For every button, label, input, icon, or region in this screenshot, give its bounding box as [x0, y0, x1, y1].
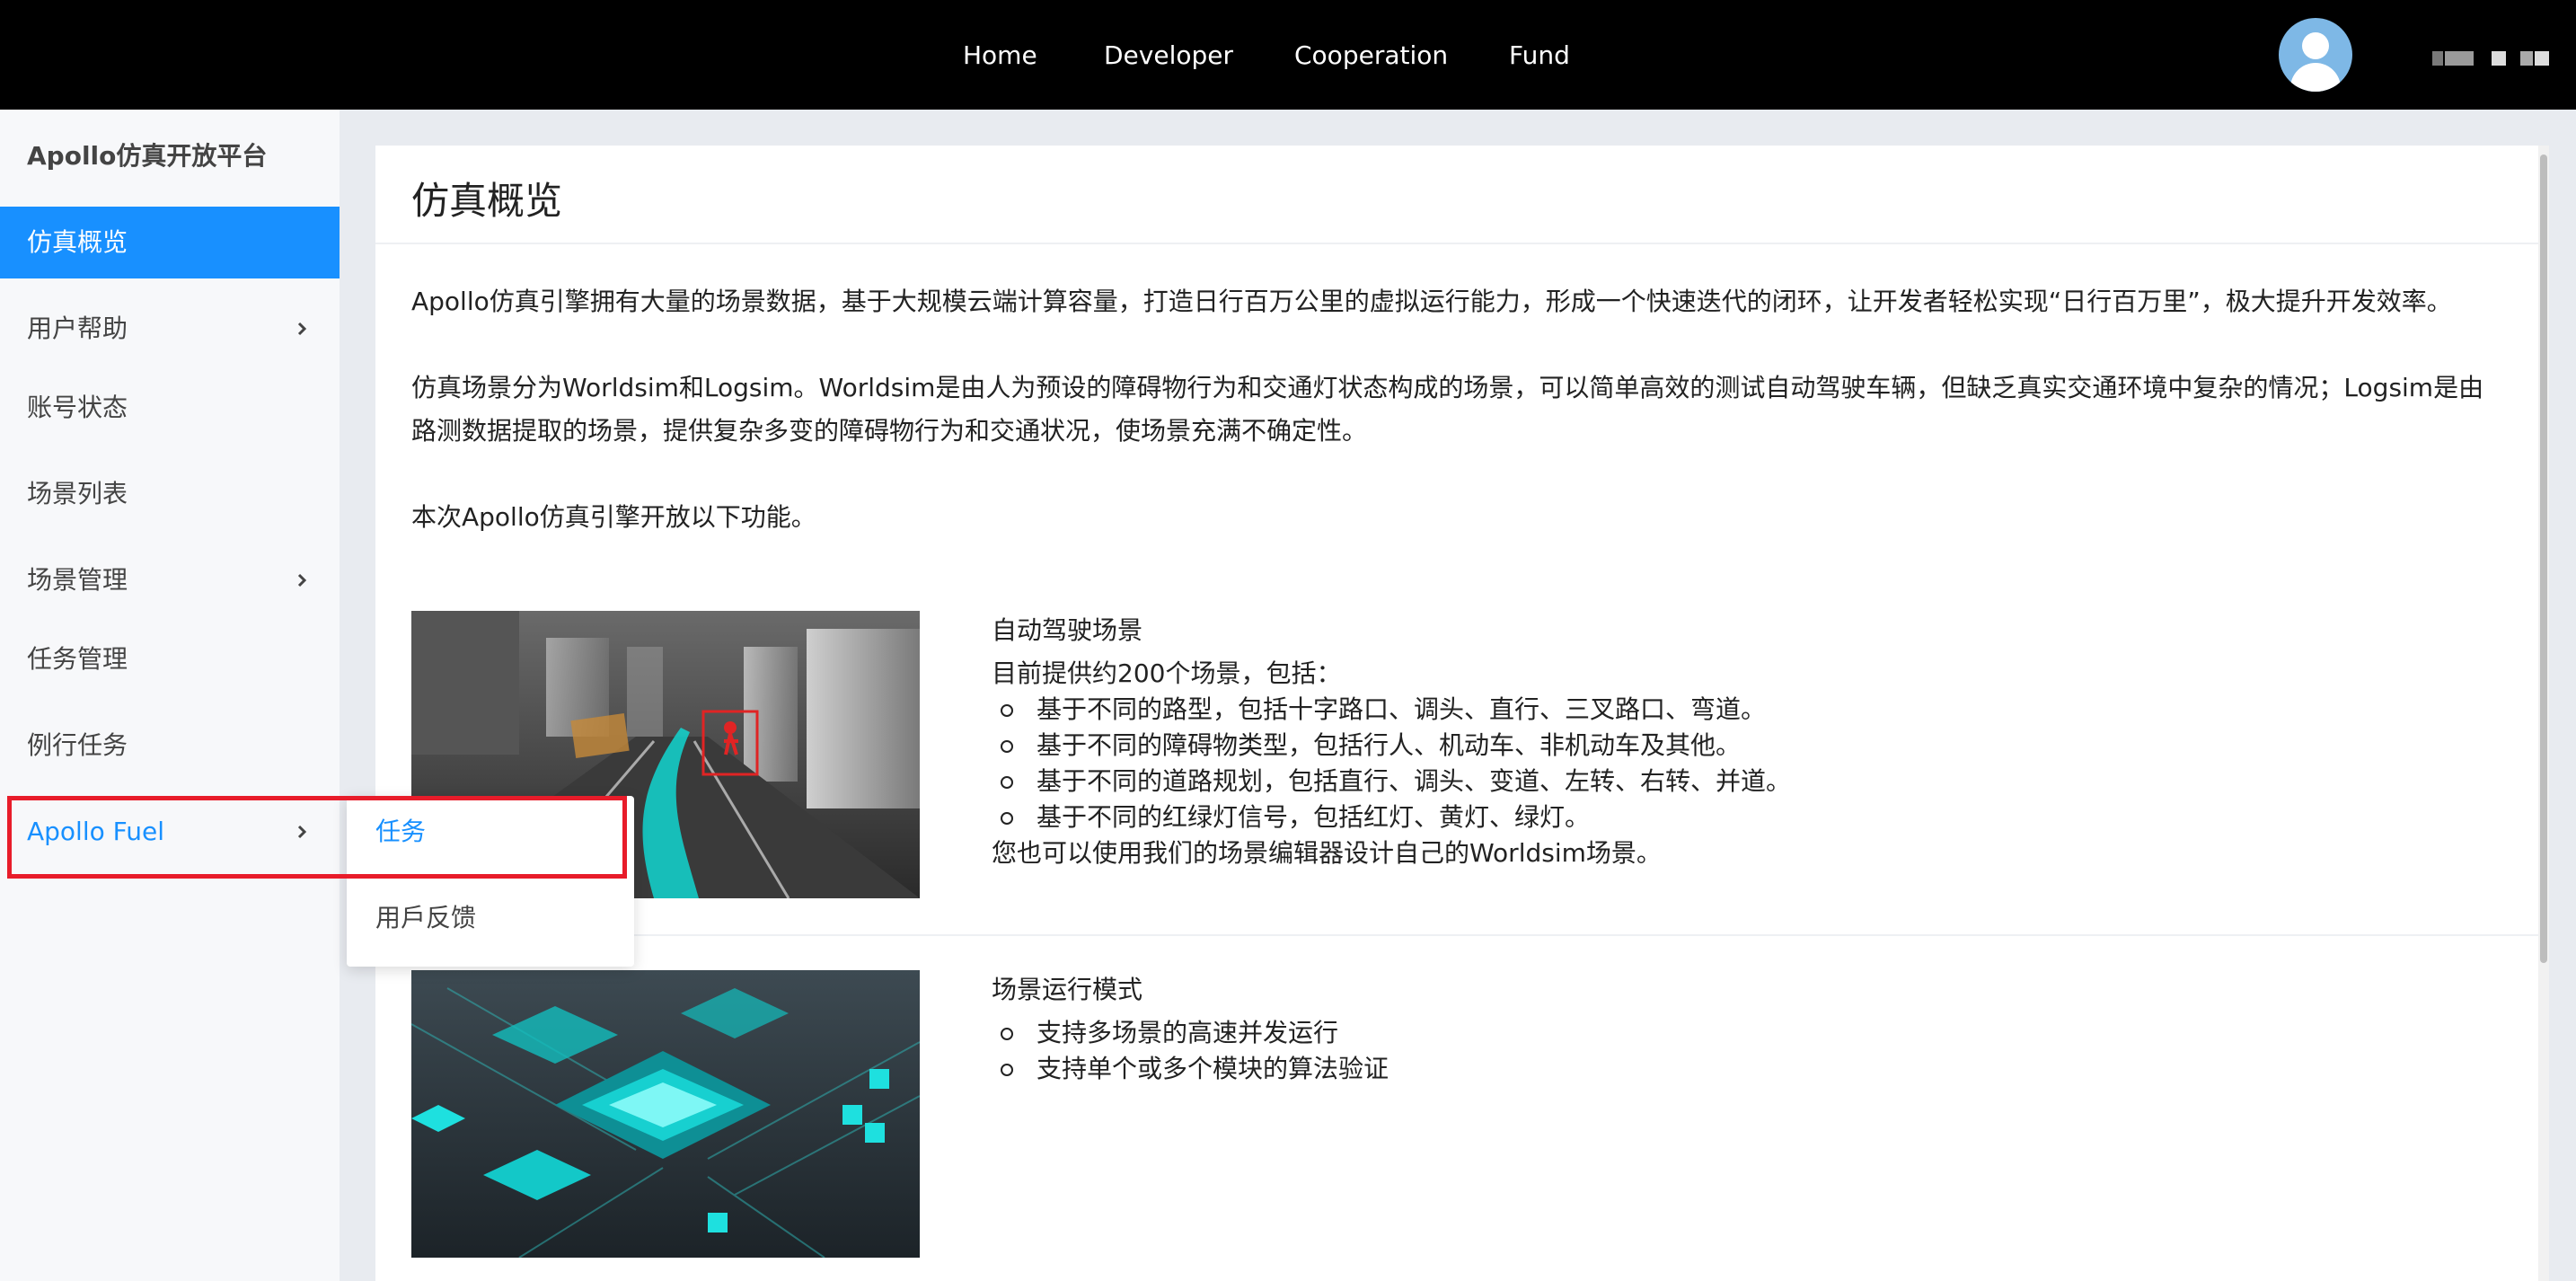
avatar[interactable]: [2279, 18, 2352, 92]
chevron-right-icon: [297, 322, 307, 336]
features-intro-paragraph: 本次Apollo仿真引擎开放以下功能。: [411, 502, 816, 532]
feature-title: 场景运行模式: [992, 975, 1143, 1004]
sidebar-item-routine-task[interactable]: 例行任务: [0, 710, 340, 782]
nav-home[interactable]: Home: [963, 38, 1037, 74]
scrollbar-thumb[interactable]: [2540, 155, 2547, 963]
username-redacted[interactable]: [2432, 51, 2549, 67]
bullet-item: 支持多场景的高速并发运行: [1000, 1015, 1389, 1051]
sidebar-item-apollo-fuel[interactable]: Apollo Fuel: [0, 796, 340, 868]
submenu-item-feedback[interactable]: 用戶反馈: [347, 882, 634, 954]
feature-bullets: 支持多场景的高速并发运行 支持单个或多个模块的算法验证: [992, 1015, 1389, 1087]
intro-paragraph: Apollo仿真引擎拥有大量的场景数据，基于大规模云端计算容量，打造日行百万公里…: [411, 287, 2452, 316]
page-title: 仿真概览: [411, 179, 563, 223]
sidebar-item-task-manage[interactable]: 任务管理: [0, 623, 340, 695]
sidebar-item-label: 账号状态: [27, 393, 128, 422]
sim-types-paragraph: 仿真场景分为Worldsim和Logsim。Worldsim是由人为预设的障碍物…: [411, 373, 2484, 446]
sidebar: Apollo仿真开放平台 仿真概览 用户帮助 账号状态 场景列表 场景管理 任务…: [0, 110, 340, 1281]
avatar-body-shape: [2290, 63, 2341, 92]
sidebar-item-account-status[interactable]: 账号状态: [0, 372, 340, 444]
chevron-right-icon: [297, 573, 307, 587]
bullet-item: 基于不同的红绿灯信号，包括红灯、黄灯、绿灯。: [1000, 800, 1791, 835]
top-navbar: Home Developer Cooperation Fund: [0, 0, 2576, 110]
main-content: 仿真概览 Apollo仿真引擎拥有大量的场景数据，基于大规模云端计算容量，打造日…: [375, 146, 2540, 1281]
sidebar-item-label: 场景列表: [27, 479, 128, 508]
submenu-item-label: 任务: [375, 817, 427, 846]
submenu-item-label: 用戶反馈: [375, 903, 477, 932]
bullet-item: 基于不同的道路规划，包括直行、调头、变道、左转、右转、并道。: [1000, 764, 1791, 800]
avatar-head-shape: [2302, 32, 2329, 59]
sidebar-brand: Apollo仿真开放平台: [27, 141, 268, 171]
nav-cooperation[interactable]: Cooperation: [1294, 38, 1448, 74]
bullet-item: 支持单个或多个模块的算法验证: [1000, 1051, 1389, 1087]
sidebar-item-label: 例行任务: [27, 730, 128, 760]
sidebar-item-label: 用户帮助: [27, 314, 128, 343]
nav-developer[interactable]: Developer: [1104, 38, 1233, 74]
apollo-fuel-submenu: 任务 用戶反馈: [347, 796, 634, 967]
content-scrollbar[interactable]: [2538, 146, 2549, 1281]
feature-footer: 您也可以使用我们的场景编辑器设计自己的Worldsim场景。: [992, 838, 1662, 868]
feature-title: 自动驾驶场景: [992, 615, 1143, 645]
bullet-item: 基于不同的路型，包括十字路口、调头、直行、三叉路口、弯道。: [1000, 692, 1791, 728]
feature-run-mode: 场景运行模式 支持多场景的高速并发运行 支持单个或多个模块的算法验证: [992, 972, 1389, 1087]
chevron-right-icon: [297, 825, 307, 839]
feature-subtitle: 目前提供约200个场景，包括：: [992, 658, 1342, 688]
feature-divider: [375, 934, 2540, 936]
main-nav: Home Developer Cooperation Fund: [0, 0, 2576, 110]
title-divider: [375, 243, 2540, 244]
sidebar-item-overview[interactable]: 仿真概览: [0, 207, 340, 278]
sidebar-item-scenario-manage[interactable]: 场景管理: [0, 544, 340, 616]
nav-fund[interactable]: Fund: [1509, 38, 1570, 74]
feature-autonomous-driving: 自动驾驶场景 目前提供约200个场景，包括： 基于不同的路型，包括十字路口、调头…: [992, 613, 1791, 871]
sidebar-item-label: 场景管理: [27, 565, 128, 595]
sidebar-item-user-help[interactable]: 用户帮助: [0, 293, 340, 365]
sidebar-item-label: 任务管理: [27, 644, 128, 674]
sidebar-item-label: Apollo Fuel: [27, 817, 164, 846]
cloud-compute-image: [411, 970, 920, 1258]
bullet-item: 基于不同的障碍物类型，包括行人、机动车、非机动车及其他。: [1000, 728, 1791, 764]
cloud-compute-chip-illustration: [411, 970, 920, 1258]
sidebar-item-label: 仿真概览: [27, 227, 128, 257]
submenu-item-task[interactable]: 任务: [347, 796, 634, 868]
feature-bullets: 基于不同的路型，包括十字路口、调头、直行、三叉路口、弯道。 基于不同的障碍物类型…: [992, 692, 1791, 835]
sidebar-item-scenario-list[interactable]: 场景列表: [0, 458, 340, 530]
